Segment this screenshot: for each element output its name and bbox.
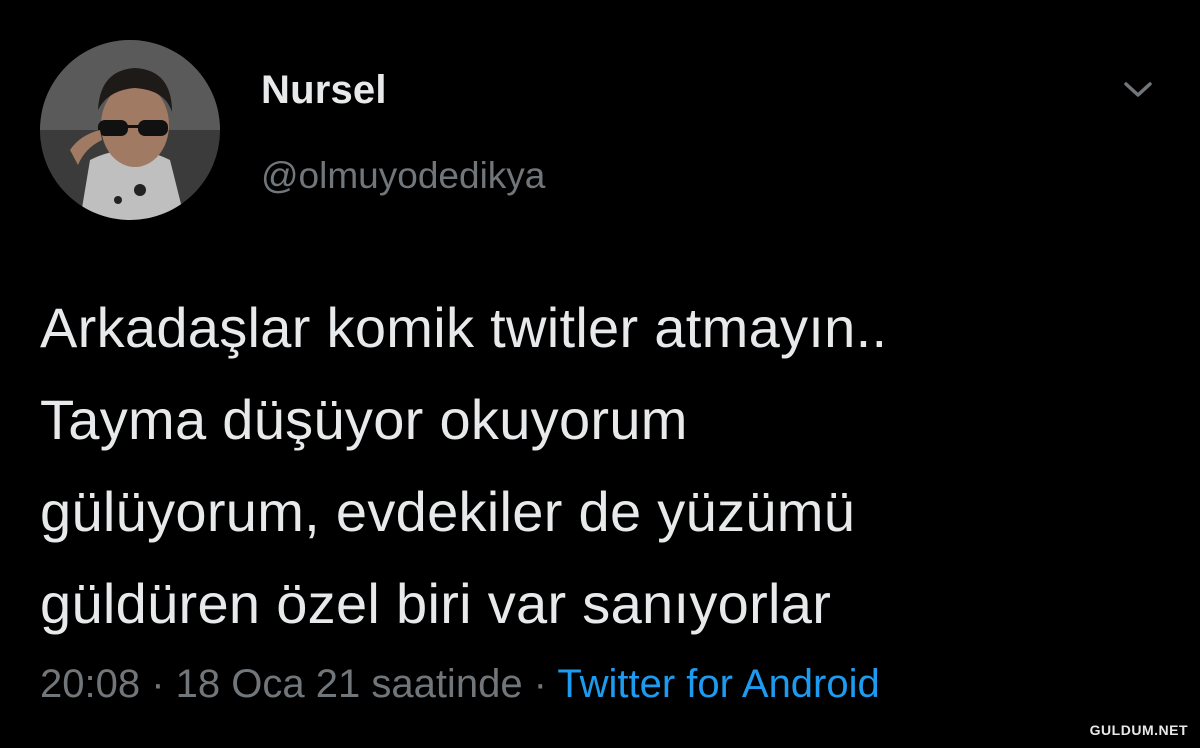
site-watermark: GULDUM.NET	[1089, 722, 1188, 738]
meta-separator: ·	[522, 662, 558, 706]
tweet-timestamp[interactable]: 20:08 · 18 Oca 21 saatinde	[40, 662, 523, 706]
author-avatar[interactable]	[40, 40, 220, 220]
author-display-name[interactable]: Nursel	[261, 68, 387, 113]
tweet-source-link[interactable]: Twitter for Android	[557, 662, 879, 706]
tweet-text: Arkadaşlar komik twitler atmayın.. Tayma…	[40, 296, 888, 635]
more-options-button[interactable]	[1118, 74, 1158, 106]
profile-photo	[40, 40, 220, 220]
chevron-down-icon	[1124, 82, 1152, 97]
author-handle[interactable]: @olmuyodedikya	[261, 155, 545, 197]
tweet-meta: 20:08 · 18 Oca 21 saatinde · Twitter for…	[40, 658, 880, 710]
